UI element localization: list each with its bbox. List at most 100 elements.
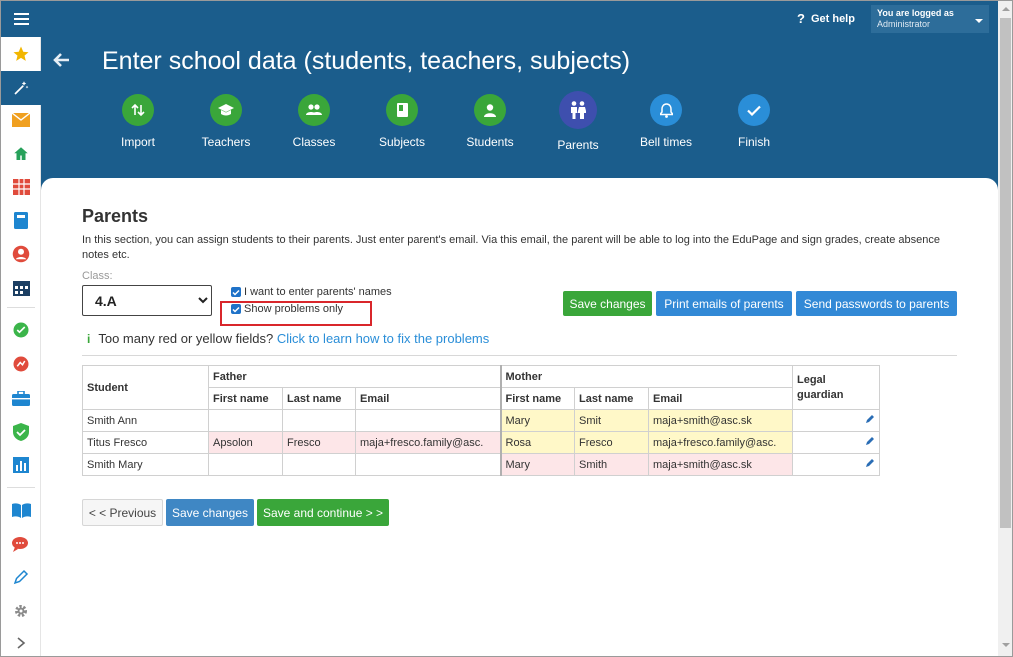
calendar-icon[interactable] (1, 270, 41, 304)
user-icon[interactable] (1, 237, 41, 271)
father-first-cell[interactable]: Apsolon (208, 431, 283, 454)
fix-problems-link[interactable]: Click to learn how to fix the problems (277, 331, 489, 346)
step-label: Classes (292, 135, 336, 149)
send-passwords-button[interactable]: Send passwords to parents (796, 291, 957, 316)
mother-first-cell[interactable]: Rosa (499, 431, 575, 454)
gear-icon[interactable] (1, 594, 41, 628)
sidebar (1, 37, 41, 656)
divider (82, 355, 957, 356)
import-icon (122, 94, 154, 126)
open-book-icon[interactable] (1, 493, 41, 527)
scroll-thumb[interactable] (1000, 18, 1011, 528)
scroll-up-icon[interactable] (998, 1, 1012, 17)
book-icon (386, 94, 418, 126)
check-icon[interactable] (1, 313, 41, 347)
book-icon[interactable] (1, 203, 41, 237)
step-students[interactable]: Students (445, 94, 535, 149)
father-first-name-header: First name (208, 387, 283, 410)
edit-guardian-button[interactable] (792, 409, 880, 432)
mother-email-cell[interactable]: maja+smith@asc.sk (648, 409, 793, 432)
mother-email-cell[interactable]: maja+fresco.family@asc. (648, 431, 793, 454)
table-row: Titus Fresco Apsolon Fresco maja+fresco.… (82, 431, 880, 454)
chart-icon[interactable] (1, 448, 41, 482)
content-card: Parents In this section, you can assign … (41, 178, 998, 656)
parents-icon (559, 91, 597, 129)
previous-button[interactable]: < < Previous (82, 499, 163, 526)
sidebar-divider (7, 487, 35, 488)
scrollbar[interactable] (998, 1, 1012, 656)
father-first-cell[interactable] (208, 453, 283, 476)
chevron-down-icon (975, 19, 983, 23)
help-icon: ? (797, 11, 805, 26)
step-import[interactable]: Import (93, 94, 183, 149)
enter-names-checkbox[interactable]: I want to enter parents' names (231, 286, 392, 298)
mother-last-cell[interactable]: Fresco (574, 431, 649, 454)
mother-last-cell[interactable]: Smit (574, 409, 649, 432)
step-label: Teachers (201, 135, 251, 149)
step-teachers[interactable]: Teachers (181, 94, 271, 149)
father-email-cell[interactable]: maja+fresco.family@asc. (355, 431, 501, 454)
mother-last-cell[interactable]: Smith (574, 453, 649, 476)
user-menu[interactable]: You are logged as Administrator (871, 5, 989, 33)
mother-first-cell[interactable]: Mary (499, 409, 575, 432)
step-label: Finish (737, 135, 770, 149)
father-email-cell[interactable] (355, 453, 501, 476)
step-classes[interactable]: Classes (269, 94, 359, 149)
pencil-icon (865, 437, 875, 449)
scroll-down-icon[interactable] (998, 637, 1012, 653)
info-text: Too many red or yellow fields? (98, 331, 274, 346)
chevron-right-icon[interactable] (1, 626, 41, 656)
father-email-cell[interactable] (355, 409, 501, 432)
section-description: In this section, you can assign students… (82, 234, 940, 261)
get-help-button[interactable]: ? Get help (797, 11, 855, 26)
save-changes-bottom-button[interactable]: Save changes (166, 499, 254, 526)
father-last-name-header: Last name (282, 387, 356, 410)
father-first-cell[interactable] (208, 409, 283, 432)
page-title: Enter school data (students, teachers, s… (102, 47, 631, 75)
shield-icon[interactable] (1, 415, 41, 449)
pen-icon[interactable] (1, 560, 41, 594)
mail-icon[interactable] (1, 103, 41, 137)
chat-icon[interactable] (1, 527, 41, 561)
step-parents[interactable]: Parents (533, 91, 623, 152)
step-finish[interactable]: Finish (709, 94, 799, 149)
print-emails-button[interactable]: Print emails of parents (656, 291, 792, 316)
star-icon[interactable] (1, 37, 41, 71)
class-select[interactable]: 4.A (82, 285, 212, 316)
mother-last-name-header: Last name (574, 387, 649, 410)
save-changes-button[interactable]: Save changes (563, 291, 652, 316)
step-subjects[interactable]: Subjects (357, 94, 447, 149)
edit-guardian-button[interactable] (792, 431, 880, 454)
table-row: Smith Mary Mary Smith maja+smith@asc.sk (82, 453, 880, 476)
briefcase-icon[interactable] (1, 381, 41, 415)
mother-first-name-header: First name (499, 387, 575, 410)
student-cell: Titus Fresco (82, 431, 209, 454)
user-role: Administrator (877, 19, 931, 29)
father-last-cell[interactable] (282, 409, 356, 432)
step-label: Students (466, 135, 514, 149)
app-window: ? Get help You are logged as Administrat… (0, 0, 1013, 657)
menu-icon[interactable] (1, 1, 41, 37)
group-icon (298, 94, 330, 126)
checkbox-checked-icon (231, 287, 241, 297)
checkmark-icon (738, 94, 770, 126)
legal-guardian-label: Legal (797, 373, 826, 386)
parents-table: Student Father Mother Legal guardian Fir… (82, 365, 880, 476)
save-and-continue-button[interactable]: Save and continue > > (257, 499, 389, 526)
enter-names-label: I want to enter parents' names (244, 286, 392, 298)
graduation-cap-icon (210, 94, 242, 126)
mother-first-cell[interactable]: Mary (499, 453, 575, 476)
father-last-cell[interactable]: Fresco (282, 431, 356, 454)
father-last-cell[interactable] (282, 453, 356, 476)
progress-icon[interactable] (1, 347, 41, 381)
mother-email-cell[interactable]: maja+smith@asc.sk (648, 453, 793, 476)
student-header: Student (82, 365, 209, 410)
table-row: Smith Ann Mary Smit maja+smith@asc.sk (82, 409, 880, 432)
wizard-icon[interactable] (1, 71, 41, 105)
home-icon[interactable] (1, 137, 41, 171)
edit-guardian-button[interactable] (792, 453, 880, 476)
mother-email-header: Email (648, 387, 793, 410)
back-arrow-icon[interactable] (53, 51, 71, 74)
step-bell-times[interactable]: Bell times (621, 94, 711, 149)
timetable-icon[interactable] (1, 170, 41, 204)
